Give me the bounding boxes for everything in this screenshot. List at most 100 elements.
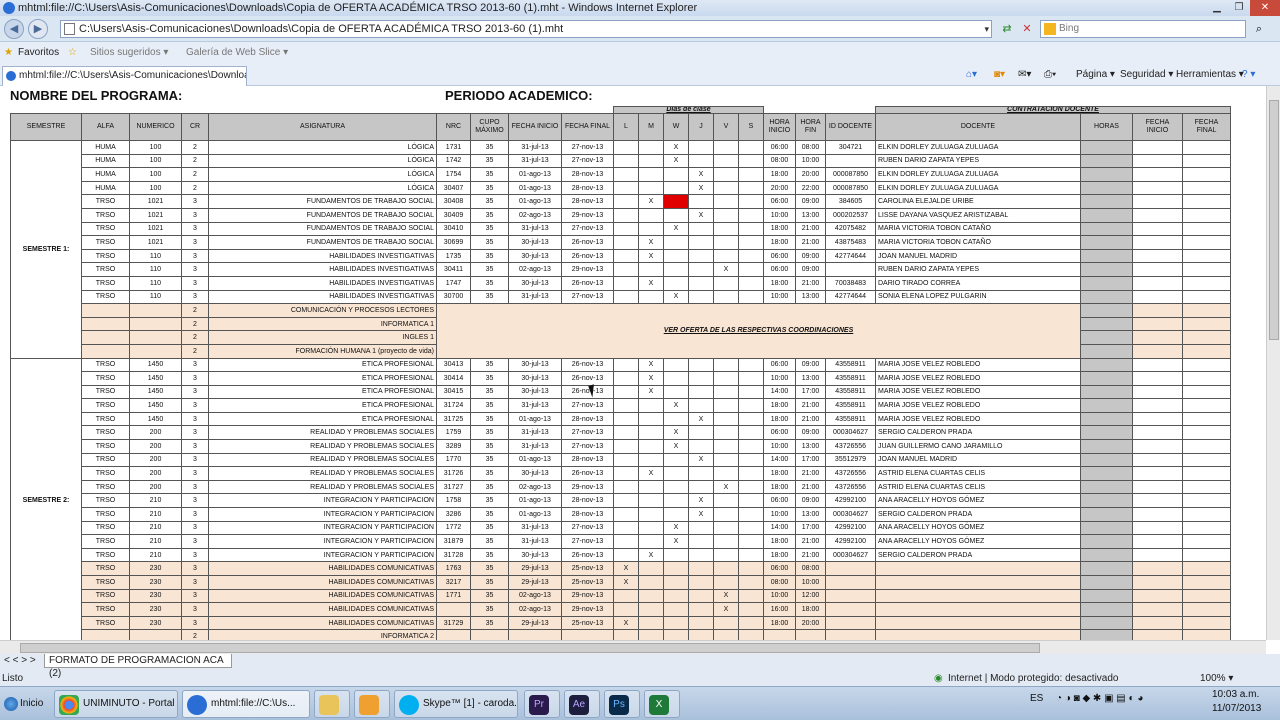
browser-tab[interactable]: mhtml:file://C:\Users\Asis-Comunicacione… <box>2 66 247 86</box>
cell: 20:00 <box>763 180 796 196</box>
column-header-horas: HORAS <box>1080 113 1133 141</box>
add-favorites-icon[interactable]: ☆ <box>68 47 77 58</box>
taskbar-ie[interactable]: mhtml:file://C:\Us... <box>182 690 310 718</box>
cell <box>663 602 689 617</box>
language-indicator[interactable]: ES <box>1030 693 1043 704</box>
horas-cell <box>1080 153 1133 169</box>
suggested-sites-button[interactable]: Sitios sugeridos ▾ <box>90 47 168 58</box>
cell: 20:00 <box>795 167 826 182</box>
close-button[interactable]: ✕ <box>1250 0 1280 16</box>
cell: 21:00 <box>795 534 826 549</box>
cell: 18:00 <box>763 221 796 237</box>
help-menu[interactable]: ? ▾ <box>1242 69 1255 80</box>
cell <box>1182 615 1231 631</box>
tools-menu[interactable]: Herramientas ▾ <box>1176 69 1244 80</box>
cell: 26-nov-13 <box>561 466 614 481</box>
cell: 21:00 <box>795 466 826 481</box>
vertical-scrollbar[interactable] <box>1266 86 1280 640</box>
cell: 30699 <box>436 235 471 250</box>
compatibility-icon[interactable]: ⇄ <box>998 20 1016 38</box>
horizontal-scroll-thumb[interactable] <box>20 643 1040 653</box>
cell: 35 <box>470 561 509 576</box>
subject-cell: INTEGRACION Y PARTICIPACION <box>208 534 437 549</box>
cell <box>688 466 714 481</box>
cell <box>1182 479 1231 495</box>
cell <box>81 303 130 318</box>
taskbar-chrome[interactable]: UNIMINUTO - Portal ... <box>54 690 178 718</box>
clock-date[interactable]: 11/07/2013 <box>1212 703 1261 714</box>
column-header-numerico: NUMERICO <box>129 113 182 141</box>
horizontal-scrollbar[interactable] <box>0 640 1266 654</box>
window-controls: ▁ ❐ ✕ <box>1206 0 1280 16</box>
forward-button[interactable]: ▶ <box>28 19 48 39</box>
maximize-button[interactable]: ❐ <box>1228 0 1250 16</box>
search-input[interactable]: Bing <box>1040 20 1246 38</box>
address-input[interactable]: C:\Users\Asis-Comunicaciones\Downloads\C… <box>60 20 992 38</box>
cell <box>1132 275 1183 291</box>
docente-cell: ASTRID ELENA CUARTAS CELIS <box>875 466 1081 481</box>
cell: 35 <box>470 547 509 563</box>
cell <box>81 316 130 332</box>
cell: TRSO <box>81 493 130 509</box>
security-menu[interactable]: Seguridad ▾ <box>1120 69 1173 80</box>
cell: 230 <box>129 602 182 617</box>
taskbar-excel[interactable]: X <box>644 690 680 718</box>
taskbar-media[interactable] <box>354 690 390 718</box>
favorites-button[interactable]: Favoritos <box>18 47 59 58</box>
cell: 31728 <box>436 547 471 563</box>
cell: 10:00 <box>763 588 796 604</box>
day-mark: X <box>688 207 714 223</box>
zoom-level[interactable]: 100% ▾ <box>1200 673 1233 684</box>
taskbar-after-effects[interactable]: Ae <box>564 690 600 718</box>
cell: 06:00 <box>763 425 796 441</box>
clock-time[interactable]: 10:03 a.m. <box>1212 689 1259 700</box>
cell: 35 <box>470 384 509 400</box>
taskbar-skype[interactable]: Skype™ [1] - caroda... <box>394 690 518 718</box>
cell <box>1132 493 1183 509</box>
cell <box>738 275 764 291</box>
start-button[interactable]: Inicio <box>2 690 46 718</box>
cell: 110 <box>129 248 182 264</box>
tray-icons[interactable]: ◔ ◑ ◙ ◆ ✱ ▣ ▤ ◐ ◕ <box>1056 693 1143 704</box>
page-menu[interactable]: Página ▾ <box>1076 69 1115 80</box>
cell: TRSO <box>81 575 130 590</box>
print-icon[interactable]: ⎙▾ <box>1044 69 1056 80</box>
cell: 10:00 <box>795 153 826 169</box>
cell: 14:00 <box>763 452 796 468</box>
cell: 43558911 <box>825 384 876 400</box>
cell: 200 <box>129 466 182 481</box>
sheet-tab[interactable]: FORMATO DE PROGRAMACION ACA (2) <box>44 654 232 679</box>
column-header-fecha-inicio2: FECHA INICIO <box>1132 113 1183 141</box>
taskbar-explorer[interactable] <box>314 690 350 718</box>
cell: 18:00 <box>795 602 826 617</box>
security-zone: Internet | Modo protegido: desactivado <box>948 673 1119 684</box>
cell <box>613 479 639 495</box>
cell: 02-ago-13 <box>508 479 562 495</box>
vertical-scroll-thumb[interactable] <box>1269 100 1279 340</box>
cell <box>688 547 714 563</box>
cell <box>663 493 689 509</box>
web-slice-button[interactable]: Galería de Web Slice ▾ <box>186 47 288 58</box>
home-icon[interactable]: ⌂▾ <box>966 69 977 80</box>
premiere-icon: Pr <box>529 695 549 715</box>
search-icon[interactable]: ⌕ <box>1250 20 1268 38</box>
day-mark: X <box>663 439 689 454</box>
taskbar-premiere[interactable]: Pr <box>524 690 560 718</box>
mail-icon[interactable]: ✉▾ <box>1018 69 1031 80</box>
chevron-down-icon[interactable]: ▾ <box>984 21 989 37</box>
cell: 27-nov-13 <box>561 398 614 413</box>
day-mark: X <box>638 194 664 209</box>
cell <box>638 439 664 454</box>
cell <box>613 602 639 617</box>
cell: 26-nov-13 <box>561 357 614 373</box>
minimize-button[interactable]: ▁ <box>1206 0 1228 16</box>
subject-cell: FUNDAMENTOS DE TRABAJO SOCIAL <box>208 221 437 237</box>
day-mark: X <box>663 534 689 549</box>
back-button[interactable]: ◀ <box>4 19 24 39</box>
stop-icon[interactable]: ✕ <box>1018 20 1036 38</box>
feeds-icon[interactable]: ◙▾ <box>994 69 1005 80</box>
horas-cell <box>1080 235 1133 250</box>
sheet-nav-arrows[interactable]: < < > > <box>4 655 36 666</box>
taskbar: Inicio UNIMINUTO - Portal ... mhtml:file… <box>0 686 1280 720</box>
taskbar-photoshop[interactable]: Ps <box>604 690 640 718</box>
